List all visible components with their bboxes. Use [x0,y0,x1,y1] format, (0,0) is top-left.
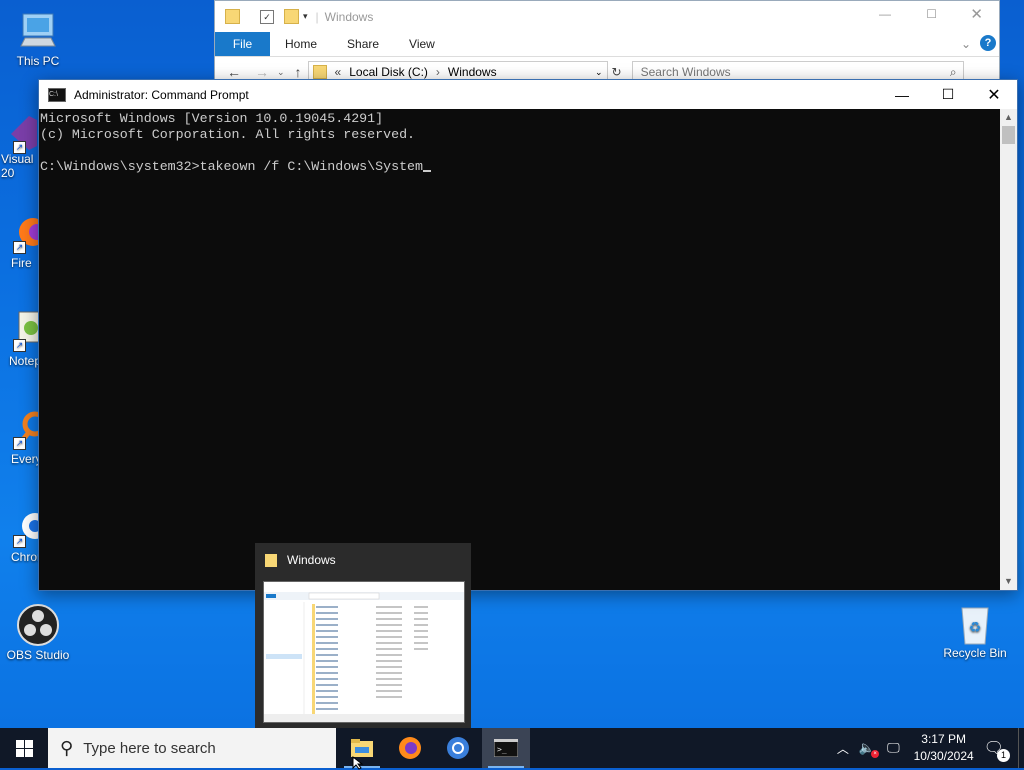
shortcut-arrow-icon: ↗ [13,535,26,548]
scroll-up-arrow-icon[interactable]: ▲ [1000,109,1017,126]
breadcrumb-item[interactable]: Windows [448,65,497,79]
notepad-plus-plus-icon: ↗ [0,310,42,352]
taskbar-clock[interactable]: 3:17 PM 10/30/2024 [914,731,974,765]
desktop-icon-label: OBS Studio [6,648,70,662]
address-dropdown-icon[interactable]: ⌄ [595,67,603,78]
folder-icon [225,9,240,24]
expand-ribbon-icon[interactable]: ⌄ [961,37,971,51]
explorer-miniature [264,582,464,722]
taskbar-search-box[interactable]: ⚲ Type here to search [48,728,336,768]
scrollbar-thumb[interactable] [1002,126,1015,144]
show-desktop-button[interactable] [1018,728,1024,768]
folder-icon [265,553,277,567]
taskbar-thumbnail-preview[interactable]: Windows [255,543,471,728]
thumbnail-header: Windows [255,543,471,577]
firefox-icon [399,737,421,759]
cmd-icon: >_ [494,739,518,757]
back-arrow-icon[interactable]: ← [227,64,241,80]
console-line: (c) Microsoft Corporation. All rights re… [40,127,416,142]
thumbnail-window-preview[interactable] [263,581,465,723]
customize-quick-access-icon[interactable]: ▾ [303,11,308,22]
help-icon[interactable]: ? [980,35,996,51]
windows-logo-icon [15,739,33,757]
search-icon: ⌕ [949,64,957,79]
clock-date: 10/30/2024 [913,749,974,763]
shortcut-arrow-icon: ↗ [13,437,26,450]
desktop-icon-label: This PC [16,54,60,68]
recent-locations-icon[interactable]: ⌄ [277,67,285,78]
notification-center-icon[interactable]: 🗨 1 [984,738,1010,762]
breadcrumb-item[interactable]: Local Disk (C:) [349,65,428,79]
file-explorer-window[interactable]: ✓ ▾ | Windows — ☐ ✕ File Home Share View… [214,0,1000,88]
taskbar-command-prompt[interactable]: >_ [482,728,530,768]
shortcut-arrow-icon: ↗ [13,241,26,254]
console-line: Microsoft Windows [Version 10.0.19045.42… [40,111,384,126]
refresh-icon[interactable]: ↻ [612,65,622,79]
everything-search-icon: ↗ [0,408,48,450]
obs-studio-icon [17,604,59,646]
notification-count-badge: 1 [997,749,1010,762]
explorer-title: Windows [324,9,374,24]
properties-icon[interactable]: ✓ [260,9,274,24]
vertical-scrollbar[interactable]: ▲ ▼ [1000,109,1017,590]
chrome-icon [447,737,469,759]
maximize-button[interactable]: ☐ [925,80,971,109]
computer-icon [17,10,59,52]
console-output[interactable]: Microsoft Windows [Version 10.0.19045.42… [39,109,1000,590]
forward-arrow-icon[interactable]: → [255,64,269,80]
scroll-down-arrow-icon[interactable]: ▼ [1000,573,1017,590]
recycle-bin-icon: ♻ [954,602,996,645]
text-cursor [423,170,432,172]
svg-text:♻: ♻ [969,619,982,635]
taskbar-chrome[interactable] [434,728,482,768]
desktop-icon-recycle-bin[interactable]: ♻ Recycle Bin [938,602,1012,660]
tab-home[interactable]: Home [270,37,332,51]
close-button[interactable]: ✕ [971,80,1017,109]
close-button[interactable]: ✕ [970,5,983,23]
new-folder-icon[interactable] [284,9,299,24]
start-button[interactable] [0,728,48,768]
search-input[interactable]: Search Windows [641,65,731,79]
cmd-title: Administrator: Command Prompt [74,87,249,102]
tab-share[interactable]: Share [332,37,394,51]
tab-view[interactable]: View [394,37,450,51]
system-tray: ︿ 🔈 × 🖵 3:17 PM 10/30/2024 🗨 1 [837,728,1024,768]
minimize-button[interactable]: — [879,80,925,109]
explorer-ribbon: File Home Share View ⌄ ? [215,32,999,57]
taskbar-firefox[interactable] [386,728,434,768]
clock-time: 3:17 PM [921,732,966,746]
search-icon: ⚲ [60,737,74,758]
visual-studio-icon: ↗ [0,112,41,154]
command-prompt-window[interactable]: C:\ Administrator: Command Prompt — ☐ ✕ … [38,79,1018,591]
network-icon[interactable]: 🖵 [887,740,900,756]
up-arrow-icon[interactable]: ↑ [295,64,302,80]
thumbnail-title: Windows [287,553,336,567]
svg-text:>_: >_ [497,745,507,754]
firefox-icon: ↗ [0,212,47,254]
shortcut-arrow-icon: ↗ [13,339,26,352]
taskbar-search-input[interactable]: Type here to search [83,740,216,757]
file-explorer-icon [351,739,373,757]
chrome-icon: ↗ [0,506,48,548]
volume-muted-icon[interactable]: 🔈 × [859,740,880,758]
cmd-title-bar[interactable]: C:\ Administrator: Command Prompt — ☐ ✕ [39,80,1017,109]
maximize-button[interactable]: ☐ [926,7,937,21]
desktop-icon-label: Recycle Bin [943,646,1007,660]
console-command: C:\Windows\system32>takeown /f C:\Window… [40,159,424,174]
minimize-button[interactable]: — [879,7,891,21]
desktop-icon-obs[interactable]: OBS Studio [1,604,75,662]
desktop-icon-this-pc[interactable]: This PC [1,10,75,68]
console-input-line[interactable]: C:\Windows\system32>takeown /f C:\Window… [40,159,1000,175]
explorer-title-bar: ✓ ▾ | Windows — ☐ ✕ [215,1,999,32]
shortcut-arrow-icon: ↗ [13,141,26,154]
taskbar: ⚲ Type here to search >_ ︿ 🔈 × 🖵 3:17 PM … [0,728,1024,768]
cmd-app-icon: C:\ [48,87,66,102]
tab-file[interactable]: File [215,32,270,56]
show-hidden-icons-chevron-icon[interactable]: ︿ [837,740,849,757]
folder-icon [312,65,327,79]
